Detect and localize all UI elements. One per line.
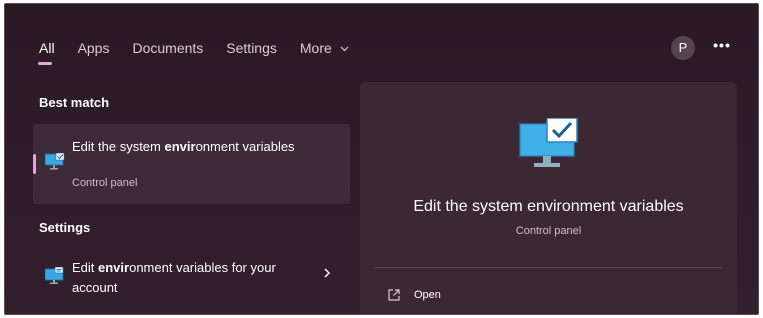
- tab-documents-label: Documents: [132, 40, 204, 56]
- best-match-title-prefix: Edit the system: [72, 139, 165, 154]
- active-tab-indicator: [38, 62, 52, 65]
- search-term-highlight: envir: [164, 139, 196, 154]
- more-options-button[interactable]: •••: [710, 34, 734, 58]
- chevron-right-icon[interactable]: [323, 266, 331, 282]
- search-term-highlight: envir: [98, 260, 130, 275]
- settings-result-label: Edit environment variables for your acco…: [72, 258, 282, 298]
- tab-more-label: More: [299, 40, 332, 56]
- tab-all[interactable]: All: [38, 40, 55, 65]
- preview-subtitle: Control panel: [515, 225, 582, 237]
- best-match-subtitle: Control panel: [72, 177, 138, 189]
- tab-all-label: All: [39, 40, 55, 56]
- best-match-title: Edit the system environment variables: [72, 137, 312, 156]
- preview-title: Edit the system environment variables: [413, 198, 684, 215]
- search-filter-tabs: All Apps Documents Settings More: [38, 40, 372, 65]
- best-match-title-suffix: onment variables: [195, 139, 295, 154]
- tab-settings-label: Settings: [226, 40, 277, 56]
- best-match-result[interactable]: Edit the system environment variables Co…: [33, 124, 350, 204]
- settings-result-prefix: Edit: [72, 260, 99, 275]
- chevron-down-icon: [340, 44, 349, 55]
- tab-apps[interactable]: Apps: [78, 40, 110, 56]
- tab-documents[interactable]: Documents: [132, 40, 203, 56]
- open-label: Open: [414, 289, 441, 301]
- best-match-heading: Best match: [39, 95, 110, 110]
- system-environment-monitor-icon: [519, 117, 579, 175]
- selection-indicator: [33, 154, 36, 174]
- settings-result-item[interactable]: Edit environment variables for your acco…: [33, 252, 350, 304]
- settings-heading: Settings: [39, 220, 91, 235]
- settings-monitor-icon: [44, 266, 65, 290]
- tab-apps-label: Apps: [77, 40, 110, 56]
- result-preview-panel: Edit the system environment variables Co…: [360, 82, 737, 314]
- user-avatar[interactable]: P: [671, 36, 695, 60]
- open-external-icon: [387, 288, 401, 302]
- tab-more[interactable]: More: [300, 40, 349, 56]
- divider: [375, 267, 722, 268]
- open-button[interactable]: Open: [387, 288, 441, 302]
- tab-settings[interactable]: Settings: [226, 40, 277, 56]
- search-window: All Apps Documents Settings More P ••• B…: [4, 3, 759, 315]
- system-environment-monitor-icon: [44, 152, 65, 176]
